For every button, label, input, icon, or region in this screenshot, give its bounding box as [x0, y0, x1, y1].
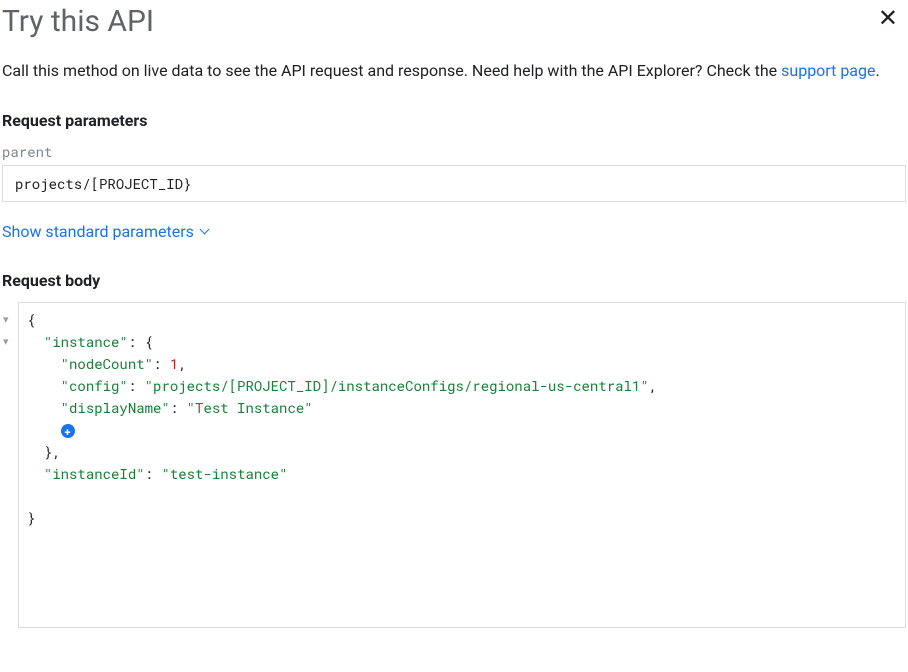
- support-page-link[interactable]: support page: [781, 61, 875, 80]
- intro-text: Call this method on live data to see the…: [2, 59, 906, 83]
- chevron-down-icon: [200, 227, 210, 237]
- show-standard-params-toggle[interactable]: Show standard parameters: [2, 222, 210, 241]
- add-field-button[interactable]: +: [61, 424, 75, 438]
- close-icon[interactable]: ✕: [870, 2, 906, 34]
- fold-toggle-icon[interactable]: ▾: [3, 309, 17, 331]
- expand-label: Show standard parameters: [2, 222, 194, 241]
- page-title: Try this API: [2, 4, 154, 39]
- request-params-heading: Request parameters: [2, 111, 906, 130]
- param-label-parent: parent: [2, 142, 906, 161]
- json-code[interactable]: { "instance": { "nodeCount": 1, "config"…: [19, 303, 905, 535]
- parent-input[interactable]: [2, 165, 906, 202]
- fold-toggle-icon[interactable]: ▾: [3, 331, 17, 353]
- intro-before: Call this method on live data to see the…: [2, 61, 781, 80]
- fold-gutter[interactable]: ▾ ▾: [3, 303, 17, 353]
- request-body-heading: Request body: [2, 271, 906, 290]
- intro-after: .: [875, 61, 879, 80]
- request-body-editor[interactable]: ▾ ▾ { "instance": { "nodeCount": 1, "con…: [18, 302, 906, 628]
